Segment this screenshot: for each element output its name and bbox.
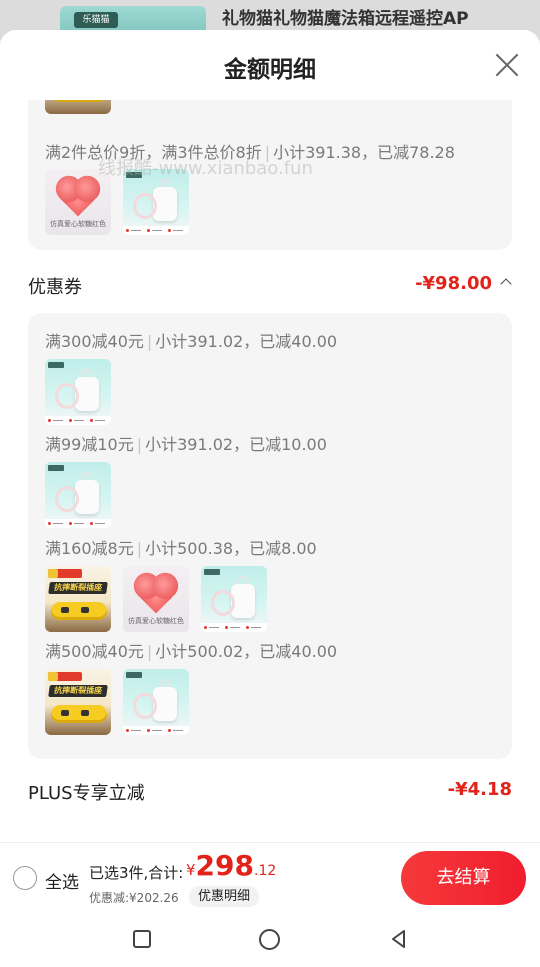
product-thumb-suitcase[interactable] bbox=[201, 566, 267, 632]
product-thumb-power-strip bbox=[45, 100, 111, 114]
product-thumb-power-strip[interactable]: 抗摔断裂插座 bbox=[45, 566, 111, 632]
select-all-radio[interactable] bbox=[13, 866, 37, 890]
coupon-label: 优惠券 bbox=[28, 277, 82, 298]
system-nav-bar bbox=[0, 912, 540, 967]
divider: | bbox=[136, 539, 143, 558]
coupon-card: 满300减40元 | 小计391.02，已减40.00 满99减10元 | 小计391.… bbox=[28, 313, 512, 759]
strip-headline: 抗摔断裂插座 bbox=[48, 685, 108, 697]
discount-detail-button[interactable]: 优惠明细 bbox=[189, 886, 260, 907]
plus-label: PLUS专享立减 bbox=[28, 783, 145, 804]
discount-total: 优惠减:¥202.26 bbox=[89, 891, 179, 905]
price-decimal: .12 bbox=[254, 863, 277, 879]
coupon-amount: -¥98.00 bbox=[415, 273, 492, 294]
plus-section-row: PLUS专享立减 -¥4.18 bbox=[28, 779, 512, 805]
coupon-rule-1: 满300减40元 | 小计391.02，已减40.00 bbox=[45, 328, 337, 352]
product-thumb-suitcase[interactable] bbox=[45, 359, 111, 425]
selection-summary: 已选3件,合计: bbox=[89, 864, 184, 882]
recent-apps-icon[interactable] bbox=[133, 930, 151, 948]
coupon-section-header[interactable]: 优惠券 -¥98.00 bbox=[28, 273, 512, 299]
heart-caption: 仿真爱心软糖红色 bbox=[128, 617, 184, 625]
divider: | bbox=[146, 332, 153, 351]
sheet-title: 金额明细 bbox=[224, 57, 316, 83]
screen: 乐猫猫 礼物猫礼物猫魔法箱远程遥控AP 金额明细 满2件总价9折，满3件总价8折… bbox=[0, 0, 540, 967]
sheet-header: 金额明细 bbox=[0, 30, 540, 100]
strip-headline: 抗摔断裂插座 bbox=[48, 582, 108, 594]
watermark: 线报酷-www.xianbao.fun bbox=[98, 158, 313, 179]
divider: | bbox=[146, 642, 153, 661]
select-all-label[interactable]: 全选 bbox=[45, 868, 79, 893]
home-icon[interactable] bbox=[259, 929, 280, 950]
heart-caption: 仿真爱心软糖红色 bbox=[50, 220, 106, 228]
coupon-rule-3: 满160减8元 | 小计500.38，已减8.00 bbox=[45, 535, 317, 559]
plus-amount: -¥4.18 bbox=[447, 779, 512, 800]
amount-detail-sheet: 金额明细 满2件总价9折，满3件总价8折 | 小计391.38，已减78.28 仿真… bbox=[0, 30, 540, 967]
chevron-up-icon[interactable] bbox=[500, 278, 512, 290]
heart-image bbox=[59, 179, 97, 217]
divider: | bbox=[136, 435, 143, 454]
checkout-button[interactable]: 去结算 bbox=[401, 851, 526, 905]
feature-strip bbox=[123, 226, 189, 235]
power-strip-image bbox=[51, 100, 107, 102]
product-thumb-suitcase[interactable] bbox=[45, 462, 111, 528]
coupon-rule-4: 满500减40元 | 小计500.02，已减40.00 bbox=[45, 638, 337, 662]
total-price: ¥298.12 bbox=[186, 849, 276, 882]
coupon-rule-2: 满99减10元 | 小计391.02，已减10.00 bbox=[45, 431, 327, 455]
cable-image bbox=[133, 193, 157, 219]
coupon-subtotal: 小计391.02，已减40.00 bbox=[155, 332, 338, 351]
background-product-title: 礼物猫礼物猫魔法箱远程遥控AP bbox=[222, 9, 469, 29]
detail-scroll-area[interactable]: 满2件总价9折，满3件总价8折 | 小计391.38，已减78.28 仿真爱心软糖红… bbox=[0, 100, 540, 842]
coupon-rule-text: 满300减40元 bbox=[45, 332, 144, 351]
coupon-subtotal: 小计500.38，已减8.00 bbox=[145, 539, 317, 558]
product-thumb-heart[interactable]: 仿真爱心软糖红色 bbox=[123, 566, 189, 632]
price-integer: 298 bbox=[195, 849, 254, 882]
background-thumb-label: 乐猫猫 bbox=[74, 12, 118, 28]
coupon-rule-text: 满99减10元 bbox=[45, 435, 134, 454]
coupon-rule-text: 满160减8元 bbox=[45, 539, 134, 558]
coupon-subtotal: 小计500.02，已减40.00 bbox=[155, 642, 338, 661]
product-thumb-suitcase[interactable] bbox=[123, 669, 189, 735]
price-symbol: ¥ bbox=[186, 861, 196, 879]
close-icon[interactable] bbox=[494, 52, 520, 78]
checkout-bar: 全选 已选3件,合计: ¥298.12 优惠减:¥202.26 优惠明细 去结算 bbox=[0, 842, 540, 912]
back-icon[interactable] bbox=[389, 929, 409, 949]
coupon-subtotal: 小计391.02，已减10.00 bbox=[145, 435, 327, 454]
coupon-rule-text: 满500减40元 bbox=[45, 642, 144, 661]
product-thumb-power-strip[interactable]: 抗摔断裂插座 bbox=[45, 669, 111, 735]
